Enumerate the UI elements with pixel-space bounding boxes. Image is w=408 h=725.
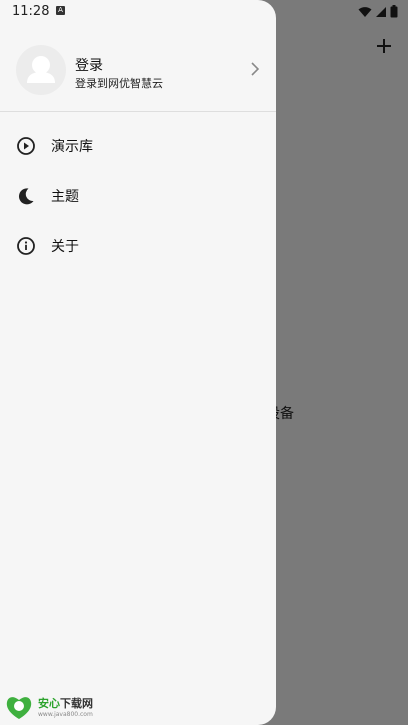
watermark-title-part1: 安心	[38, 697, 60, 710]
menu-item-label: 演示库	[51, 139, 93, 155]
user-icon	[27, 56, 55, 83]
watermark-url: www.java800.com	[38, 711, 93, 718]
moon-icon	[18, 188, 34, 205]
drawer-menu: 演示库 主题 关于	[0, 121, 276, 271]
login-row[interactable]: 登录 登录到网优智慧云	[0, 40, 276, 112]
menu-item-label: 主题	[51, 189, 79, 205]
signal-icon	[376, 6, 386, 17]
navigation-drawer: 登录 登录到网优智慧云 演示库 主题 关于 安心下载网 www.java800.…	[0, 0, 276, 725]
watermark-logo-icon	[6, 696, 32, 719]
battery-icon	[390, 5, 398, 18]
chevron-right-icon	[251, 62, 260, 76]
login-subtitle: 登录到网优智慧云	[75, 77, 163, 90]
info-icon	[17, 237, 35, 255]
menu-item-label: 关于	[51, 239, 79, 255]
avatar	[16, 45, 66, 95]
watermark: 安心下载网 www.java800.com	[0, 688, 106, 725]
wifi-icon	[358, 6, 372, 17]
menu-item-theme[interactable]: 主题	[0, 171, 276, 221]
divider	[0, 111, 276, 112]
sim-icon: A	[56, 6, 65, 15]
menu-item-about[interactable]: 关于	[0, 221, 276, 271]
add-icon[interactable]	[374, 36, 394, 56]
login-title: 登录	[75, 58, 103, 74]
watermark-title: 安心下载网	[38, 695, 93, 711]
status-bar: 11:28 A	[0, 0, 408, 24]
status-time: 11:28	[12, 4, 50, 19]
play-circle-icon	[17, 137, 35, 155]
menu-item-demo-library[interactable]: 演示库	[0, 121, 276, 171]
watermark-title-part2: 下载网	[60, 697, 93, 710]
